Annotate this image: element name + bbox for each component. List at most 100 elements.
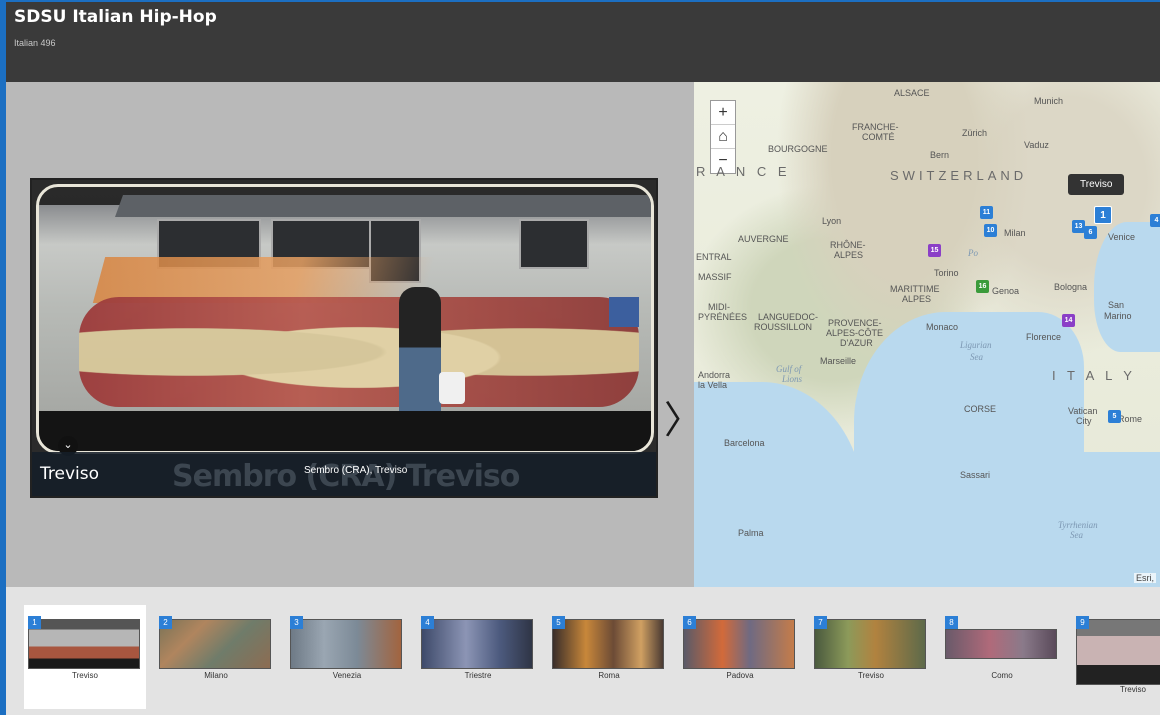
thumbnail-number: 9 (1076, 616, 1089, 629)
map-label: Tyrrhenian (1058, 520, 1098, 530)
map-pin[interactable]: 1 (1094, 206, 1112, 224)
map-label: Sassari (960, 470, 991, 480)
thumbnail-caption: Treviso (72, 671, 98, 680)
map-label: Bologna (1054, 282, 1088, 292)
next-slide-button[interactable]: 〉 (664, 400, 702, 440)
ground (39, 411, 651, 451)
thumbnail-number: 8 (945, 616, 958, 629)
graffiti-piece (79, 297, 639, 407)
map-label: Torino (934, 268, 959, 278)
map-pin[interactable]: 4 (1150, 214, 1160, 227)
map-label: ENTRAL (696, 252, 732, 262)
thumbnail-item[interactable]: 6 Padova (679, 605, 801, 709)
media-panel: ⌄ Sembro (CRA) Treviso Treviso Sembro (C… (6, 82, 702, 587)
main-photo: ⌄ Sembro (CRA) Treviso Treviso Sembro (C… (30, 178, 658, 498)
map-label: COMTÉ (862, 132, 895, 142)
home-button[interactable]: ⌂ (711, 125, 735, 149)
thumbnail-item[interactable]: 4 Triestre (417, 605, 539, 709)
map-label: Sea (1070, 530, 1083, 540)
thumbnail-caption: Triestre (464, 671, 492, 680)
map-label: D'AZUR (840, 338, 873, 348)
thumbnail-item[interactable]: 9 Treviso (1072, 605, 1160, 709)
map-label: Vatican (1068, 406, 1098, 416)
thumbnail-number: 4 (421, 616, 434, 629)
zoom-in-button[interactable]: + (711, 101, 735, 125)
map-label: Palma (738, 528, 764, 538)
map-label: FRANCHE- (852, 122, 899, 132)
person-figure (399, 287, 441, 422)
thumbnail-item[interactable]: 5 Roma (548, 605, 670, 709)
photo-caption-strip: Sembro (CRA) Treviso Treviso Sembro (CRA… (32, 452, 656, 496)
map-label: City (1076, 416, 1092, 426)
thumbnail-number: 5 (552, 616, 565, 629)
thumbnail-caption: Treviso (858, 671, 884, 680)
thumbnail-item[interactable]: 7 Treviso (810, 605, 932, 709)
map-label: ALPES (902, 294, 932, 304)
thumbnail-image (814, 619, 926, 669)
map-label: Monaco (926, 322, 959, 332)
thumbnail-item[interactable]: 3 Venezia (286, 605, 408, 709)
map-pin[interactable]: 11 (980, 206, 993, 219)
map-label: RHÔNE- (830, 240, 866, 250)
map-label: Andorra (698, 370, 731, 380)
map-label: MIDI- (708, 302, 730, 312)
thumbnail-item[interactable]: 2 Milano (155, 605, 277, 709)
graffiti-train-photo (36, 184, 654, 454)
map-label: Rome (1118, 414, 1143, 424)
map-label: Po (968, 248, 978, 258)
map-label: AUVERGNE (738, 234, 789, 244)
map-label: Milan (1004, 228, 1026, 238)
map-pin[interactable]: 6 (1084, 226, 1097, 239)
map-panel[interactable]: + ⌂ − Munich ALSACE FRANCHE- COMTÉ Züric… (694, 82, 1160, 587)
map-label: PYRÉNÉES (698, 312, 748, 322)
map-attribution[interactable]: Esri, (1134, 573, 1156, 583)
train-window (519, 219, 589, 269)
map-label: Gulf of (776, 364, 802, 374)
map-label: la Vella (698, 380, 728, 390)
thumbnail-carousel: 1 Treviso 2 Milano 3 Venezia 4 Triestre … (6, 587, 1160, 715)
map-label: Barcelona (724, 438, 765, 448)
map-pin[interactable]: 14 (1062, 314, 1075, 327)
story-map-app: SDSU Italian Hip-Hop Italian 496 ⌄ Sembr… (6, 2, 1160, 715)
thumbnail-caption: Milano (204, 671, 228, 680)
map-label: CORSE (964, 404, 997, 414)
map-label: Venice (1108, 232, 1136, 242)
thumbnail-number: 7 (814, 616, 827, 629)
map-label: LANGUEDOC- (758, 312, 819, 322)
app-subtitle: Italian 496 (14, 38, 56, 48)
map-label: Florence (1026, 332, 1062, 342)
thumbnail-item[interactable]: 1 Treviso (24, 605, 146, 709)
thumbnail-caption: Padova (726, 671, 754, 680)
map-label: Lyon (822, 216, 842, 226)
thumbnail-number: 3 (290, 616, 303, 629)
media-title: Treviso (40, 464, 100, 484)
map-label: ALPES-CÔTE (826, 328, 884, 338)
app-title: SDSU Italian Hip-Hop (14, 7, 217, 27)
media-caption: Sembro (CRA), Treviso (304, 465, 408, 476)
thumbnail-item[interactable]: 8 Como (941, 605, 1063, 709)
map-label: Zürich (962, 128, 988, 138)
thumbnail-image (552, 619, 664, 669)
map-label: R A N C E (696, 164, 791, 179)
thumbnail-image (290, 619, 402, 669)
thumbnail-image (683, 619, 795, 669)
thumbnail-image (945, 629, 1057, 659)
map-pin[interactable]: 16 (976, 280, 989, 293)
map-label: Munich (1034, 96, 1064, 106)
map-label: MARITTIME (890, 284, 940, 294)
map-pin[interactable]: 5 (1108, 410, 1121, 423)
map-label: ROUSSILLON (754, 322, 813, 332)
map-label: San (1108, 300, 1125, 310)
map-sea (854, 312, 1084, 587)
map-label: Genoa (992, 286, 1020, 296)
map-label: Bern (930, 150, 950, 160)
map-label: Sea (970, 352, 983, 362)
thumbnail-caption: Treviso (1120, 685, 1146, 694)
map-label: PROVENCE- (828, 318, 882, 328)
map-label: Lions (782, 374, 803, 384)
thumbnail-caption: Roma (598, 671, 620, 680)
map-label: Marseille (820, 356, 857, 366)
map-pin[interactable]: 10 (984, 224, 997, 237)
map-tooltip: Treviso (1068, 174, 1125, 195)
map-pin[interactable]: 15 (928, 244, 941, 257)
